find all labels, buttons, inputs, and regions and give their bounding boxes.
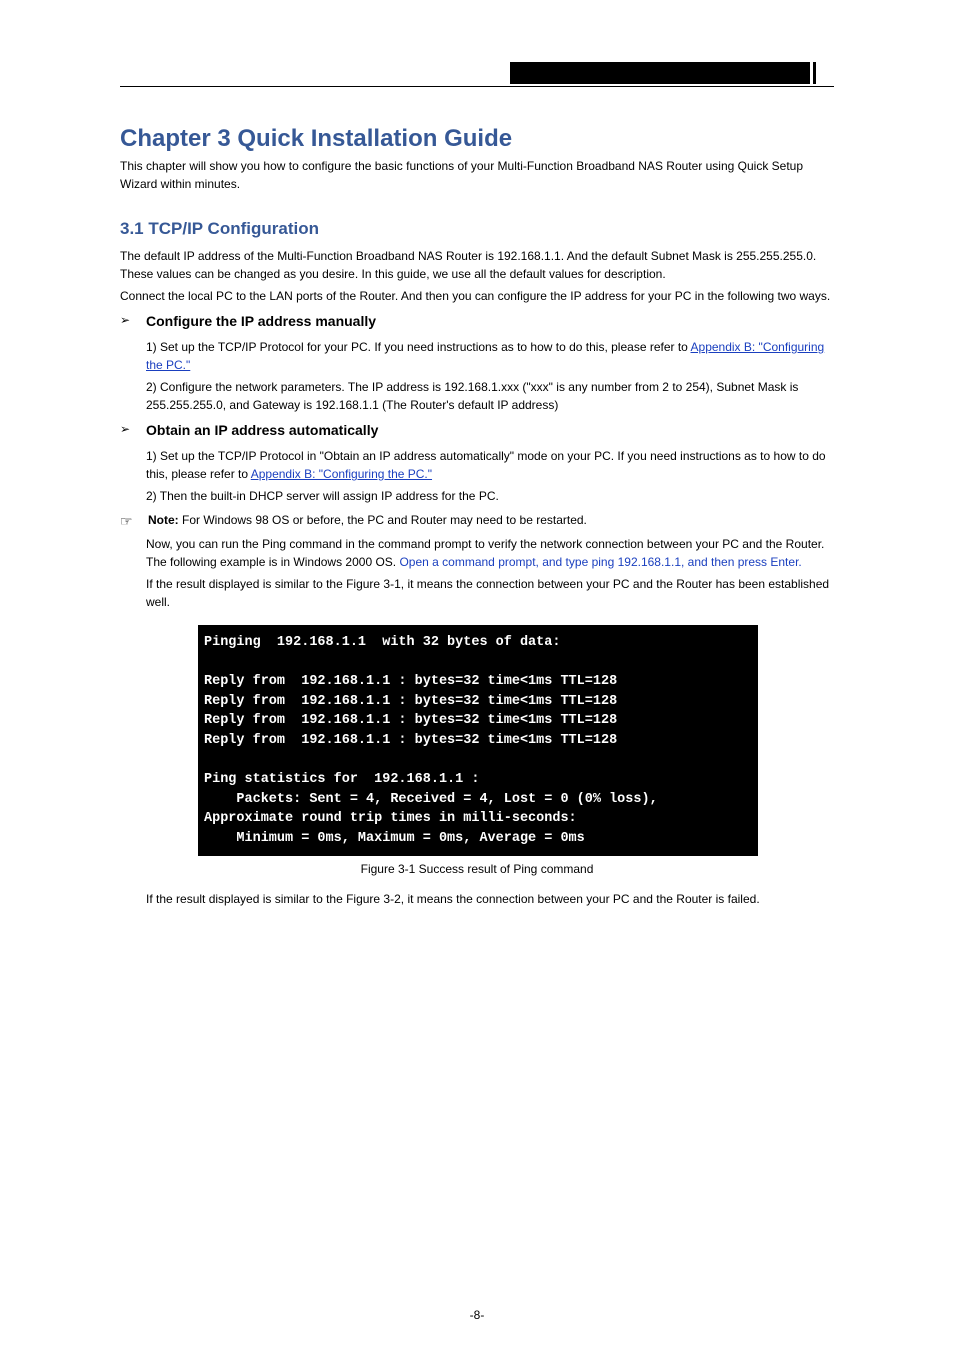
header-black-bar bbox=[510, 62, 810, 84]
appendix-link[interactable]: Appendix B: "Configuring the PC." bbox=[251, 467, 432, 481]
bullet-item-manual: Configure the IP address manually 1) Set… bbox=[120, 311, 834, 414]
body-paragraph: The default IP address of the Multi-Func… bbox=[120, 247, 834, 283]
bullet-item-auto: Obtain an IP address automatically 1) Se… bbox=[120, 420, 834, 505]
note-list: Note: For Windows 98 OS or before, the P… bbox=[120, 511, 834, 529]
figure-caption: Figure 3-1 Success result of Ping comman… bbox=[120, 862, 834, 876]
terminal-line: Reply from 192.168.1.1 : bytes=32 time<1… bbox=[204, 672, 752, 692]
bullet-subline: 2) Configure the network parameters. The… bbox=[146, 378, 834, 414]
intro-paragraph: This chapter will show you how to config… bbox=[120, 157, 834, 193]
chapter-title: Chapter 3 Quick Installation Guide bbox=[120, 125, 834, 153]
document-page: Chapter 3 Quick Installation Guide This … bbox=[0, 0, 954, 1350]
bullet-heading: Obtain an IP address automatically bbox=[146, 420, 834, 441]
terminal-line: Minimum = 0ms, Maximum = 0ms, Average = … bbox=[204, 829, 752, 849]
body-paragraph: Now, you can run the Ping command in the… bbox=[146, 535, 834, 571]
terminal-line: Reply from 192.168.1.1 : bytes=32 time<1… bbox=[204, 692, 752, 712]
body-paragraph: If the result displayed is similar to th… bbox=[146, 575, 834, 611]
terminal-line: Packets: Sent = 4, Received = 4, Lost = … bbox=[204, 790, 752, 810]
page-number: -8- bbox=[0, 1308, 954, 1322]
bullet-list: Configure the IP address manually 1) Set… bbox=[120, 311, 834, 505]
terminal-line bbox=[204, 653, 752, 673]
bullet-subline: 1) Set up the TCP/IP Protocol in "Obtain… bbox=[146, 447, 834, 483]
note-body: For Windows 98 OS or before, the PC and … bbox=[182, 513, 587, 527]
terminal-line bbox=[204, 750, 752, 770]
header-divider bbox=[120, 86, 834, 87]
terminal-screenshot: Pinging 192.168.1.1 with 32 bytes of dat… bbox=[198, 625, 758, 856]
section-heading-tcp: 3.1 TCP/IP Configuration bbox=[120, 219, 834, 239]
body-paragraph: Connect the local PC to the LAN ports of… bbox=[120, 287, 834, 305]
terminal-line: Reply from 192.168.1.1 : bytes=32 time<1… bbox=[204, 731, 752, 751]
bullet-heading: Configure the IP address manually bbox=[146, 311, 834, 332]
terminal-line: Reply from 192.168.1.1 : bytes=32 time<1… bbox=[204, 711, 752, 731]
bullet-subline-text: 1) Set up the TCP/IP Protocol for your P… bbox=[146, 340, 691, 354]
bullet-subline: 1) Set up the TCP/IP Protocol for your P… bbox=[146, 338, 834, 374]
body-paragraph: If the result displayed is similar to th… bbox=[146, 890, 834, 908]
bullet-subline-text: 1) Set up the TCP/IP Protocol in "Obtain… bbox=[146, 449, 826, 481]
terminal-line: Pinging 192.168.1.1 with 32 bytes of dat… bbox=[204, 633, 752, 653]
terminal-line: Approximate round trip times in milli-se… bbox=[204, 809, 752, 829]
bullet-subline: 2) Then the built-in DHCP server will as… bbox=[146, 487, 834, 505]
terminal-line: Ping statistics for 192.168.1.1 : bbox=[204, 770, 752, 790]
note-label: Note: bbox=[148, 513, 179, 527]
body-text-span-colored: Open a command prompt, and type ping 192… bbox=[399, 555, 801, 569]
note-item: Note: For Windows 98 OS or before, the P… bbox=[120, 511, 834, 529]
